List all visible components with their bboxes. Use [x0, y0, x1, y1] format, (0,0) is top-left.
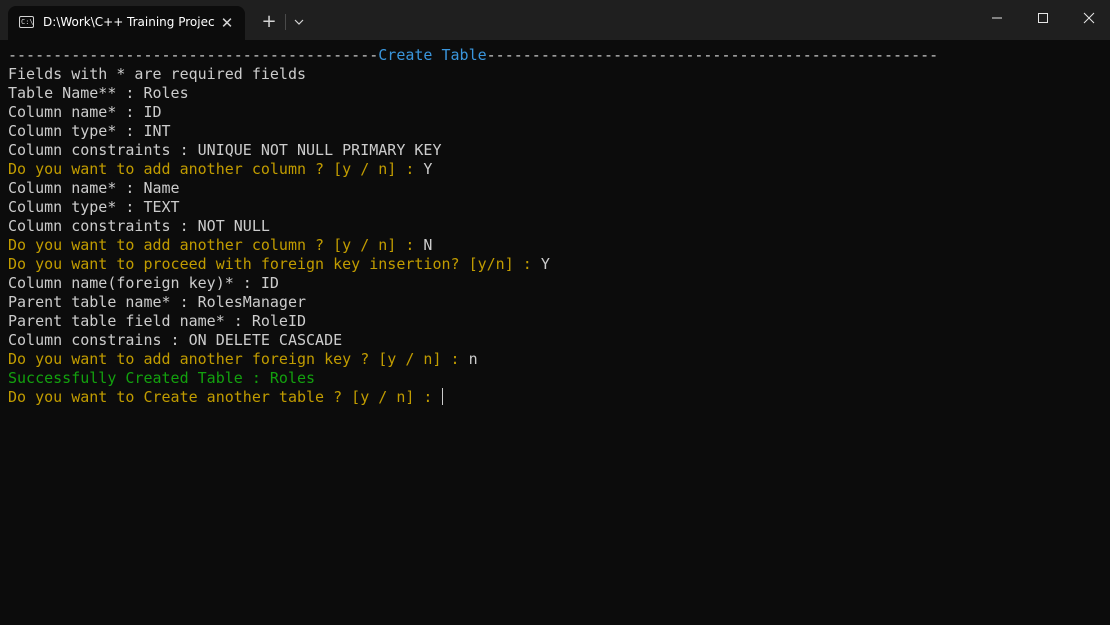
- line-value: ID: [143, 103, 162, 121]
- line-value: RolesManager: [197, 293, 307, 311]
- header-rule-left: ----------------------------------------…: [8, 46, 379, 64]
- line-text: Fields with * are required fields: [8, 65, 307, 83]
- output-line: Column name(foreign key)* : ID: [8, 274, 279, 293]
- output-line: Column constrains : ON DELETE CASCADE: [8, 331, 342, 350]
- output-line: Column type* : INT: [8, 122, 171, 141]
- line-label: Column name* :: [8, 179, 144, 197]
- line-label: Column constraints :: [8, 217, 198, 235]
- output-line: Column name* : ID: [8, 103, 162, 122]
- line-value: Roles: [143, 84, 189, 102]
- prompt-line: Do you want to add another column ? [y /…: [8, 236, 432, 255]
- prompt-answer: Y: [540, 255, 550, 273]
- prompt-text: Do you want to proceed with foreign key …: [8, 255, 541, 273]
- success-text: Successfully Created Table : Roles: [8, 369, 316, 387]
- line-value: ON DELETE CASCADE: [188, 331, 343, 349]
- line-value: UNIQUE NOT NULL PRIMARY KEY: [197, 141, 442, 159]
- prompt-line: Do you want to proceed with foreign key …: [8, 255, 550, 274]
- maximize-icon[interactable]: [1020, 0, 1066, 36]
- line-label: Column type* :: [8, 198, 144, 216]
- line-label: Column name* :: [8, 103, 144, 121]
- new-tab-icon[interactable]: +: [256, 9, 282, 35]
- prompt-text: Do you want to add another column ? [y /…: [8, 160, 424, 178]
- terminal-tab[interactable]: C:\ D:\Work\C++ Training Project ✕: [8, 6, 245, 40]
- terminal-icon-glyph: C:\: [21, 18, 34, 26]
- prompt-answer: n: [468, 350, 478, 368]
- minimize-icon[interactable]: [974, 0, 1020, 36]
- header-rule-right: ----------------------------------------…: [486, 46, 939, 64]
- title-bar[interactable]: C:\ D:\Work\C++ Training Project ✕ +: [0, 0, 1110, 40]
- prompt-text: Do you want to add another column ? [y /…: [8, 236, 424, 254]
- terminal-window: C:\ D:\Work\C++ Training Project ✕ + ---…: [0, 0, 1110, 625]
- output-line: Fields with * are required fields: [8, 65, 306, 84]
- prompt-line: Do you want to add another column ? [y /…: [8, 160, 432, 179]
- line-label: Parent table field name* :: [8, 312, 252, 330]
- close-tab-icon[interactable]: ✕: [217, 13, 237, 33]
- prompt-line: Do you want to add another foreign key ?…: [8, 350, 478, 369]
- chevron-down-icon[interactable]: [288, 9, 310, 35]
- active-prompt-line[interactable]: Do you want to Create another table ? [y…: [8, 388, 444, 407]
- line-value: NOT NULL: [197, 217, 270, 235]
- output-line: Parent table name* : RolesManager: [8, 293, 306, 312]
- output-line: Column name* : Name: [8, 179, 180, 198]
- tab-title: D:\Work\C++ Training Project: [43, 15, 215, 29]
- tab-divider: [285, 14, 286, 30]
- line-label: Column constrains :: [8, 331, 189, 349]
- close-icon[interactable]: [1066, 0, 1110, 36]
- text-cursor: [442, 388, 444, 405]
- prompt-text: Do you want to add another foreign key ?…: [8, 350, 469, 368]
- output-line: Column constraints : NOT NULL: [8, 217, 270, 236]
- output-line: Parent table field name* : RoleID: [8, 312, 306, 331]
- terminal-output[interactable]: ----------------------------------------…: [0, 40, 1110, 625]
- prompt-text: Do you want to Create another table ? [y…: [8, 388, 442, 406]
- output-line: Column type* : TEXT: [8, 198, 180, 217]
- line-value: ID: [260, 274, 279, 292]
- line-value: TEXT: [143, 198, 180, 216]
- line-label: Column constraints :: [8, 141, 198, 159]
- success-message: Successfully Created Table : Roles: [8, 369, 315, 388]
- header-title: Create Table: [378, 46, 487, 64]
- output-line: Column constraints : UNIQUE NOT NULL PRI…: [8, 141, 442, 160]
- line-value: RoleID: [251, 312, 307, 330]
- line-label: Parent table name* :: [8, 293, 198, 311]
- header-line: ----------------------------------------…: [8, 46, 938, 65]
- line-value: Name: [143, 179, 180, 197]
- line-label: Column type* :: [8, 122, 144, 140]
- output-line: Table Name** : Roles: [8, 84, 189, 103]
- line-label: Column name(foreign key)* :: [8, 274, 261, 292]
- terminal-icon: C:\: [19, 16, 34, 28]
- line-label: Table Name** :: [8, 84, 144, 102]
- prompt-answer: N: [423, 236, 433, 254]
- prompt-answer: Y: [423, 160, 433, 178]
- line-value: INT: [143, 122, 171, 140]
